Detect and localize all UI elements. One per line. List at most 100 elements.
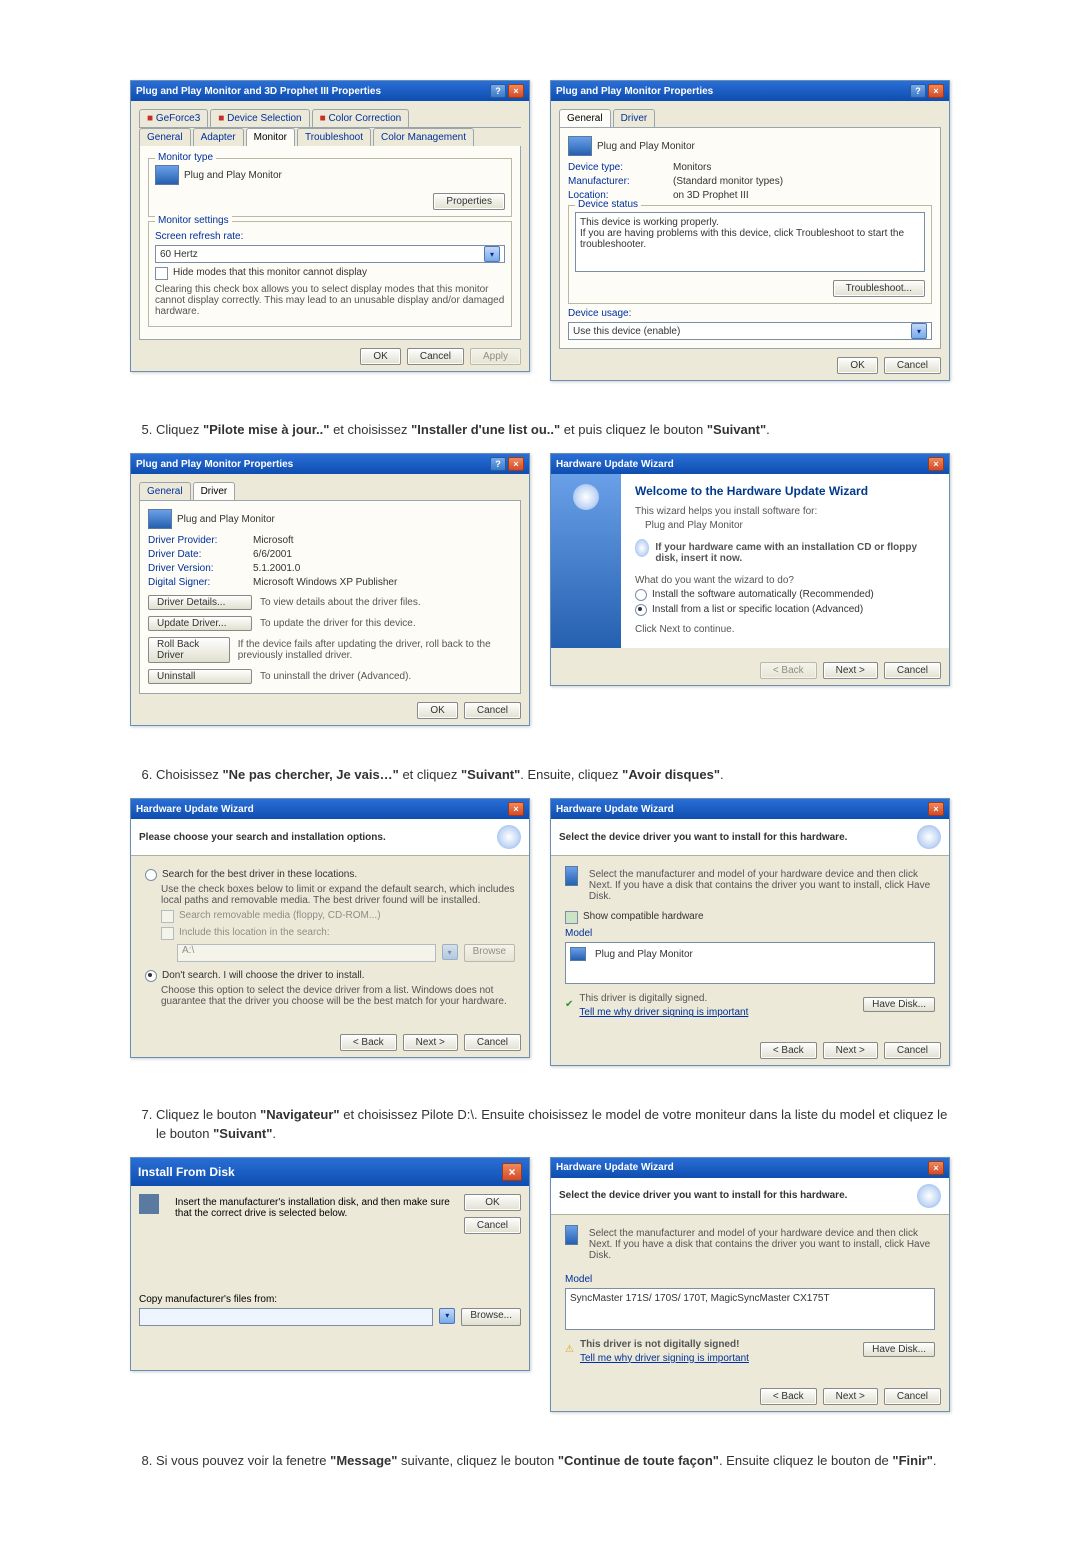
close-icon[interactable]: × (928, 84, 944, 98)
hide-modes-checkbox[interactable] (155, 267, 168, 280)
ok-button[interactable]: OK (417, 702, 457, 719)
install-msg: Insert the manufacturer's installation d… (175, 1197, 454, 1219)
signed-text: This driver is digitally signed. (579, 993, 857, 1004)
update-driver-button[interactable]: Update Driver... (148, 616, 252, 631)
tab-driver[interactable]: Driver (193, 482, 236, 500)
driver-details-button[interactable]: Driver Details... (148, 595, 252, 610)
driver-provider-label: Driver Provider: (148, 535, 233, 546)
radio-search-desc: Use the check boxes below to limit or ex… (161, 884, 515, 906)
show-compatible-checkbox[interactable] (565, 911, 578, 924)
wizard-icon (497, 825, 521, 849)
cancel-button[interactable]: Cancel (884, 357, 941, 374)
uninstall-button[interactable]: Uninstall (148, 669, 252, 684)
wizard-welcome-heading: Welcome to the Hardware Update Wizard (635, 484, 935, 498)
cancel-button[interactable]: Cancel (464, 702, 521, 719)
model-item: Plug and Play Monitor (595, 949, 693, 960)
monitor-icon (565, 1225, 578, 1245)
close-icon[interactable]: × (508, 457, 524, 471)
wizard-heading: Select the device driver you want to ins… (559, 832, 909, 843)
help-icon[interactable]: ? (490, 457, 506, 471)
close-icon[interactable]: × (928, 802, 944, 816)
close-icon[interactable]: × (508, 84, 524, 98)
have-disk-button[interactable]: Have Disk... (863, 997, 935, 1012)
tab-general[interactable]: General (139, 128, 191, 146)
apply-button[interactable]: Apply (470, 348, 521, 365)
path-input[interactable] (139, 1308, 433, 1326)
help-icon[interactable]: ? (910, 84, 926, 98)
browse-button[interactable]: Browse (464, 944, 515, 962)
tab-general[interactable]: General (139, 482, 191, 500)
include-location-checkbox[interactable] (161, 927, 174, 940)
cancel-button[interactable]: Cancel (884, 1042, 941, 1059)
wizard-heading: Select the device driver you want to ins… (559, 1190, 909, 1201)
unsigned-text: This driver is not digitally signed! (580, 1339, 857, 1350)
back-button[interactable]: < Back (760, 662, 817, 679)
close-icon[interactable]: × (928, 457, 944, 471)
tab-driver[interactable]: Driver (613, 109, 656, 127)
close-icon[interactable]: × (502, 1163, 522, 1181)
signing-link[interactable]: Tell me why driver signing is important (580, 1353, 857, 1364)
radio-dont-search[interactable] (145, 970, 157, 982)
monitor-icon (155, 165, 179, 185)
ok-button[interactable]: OK (837, 357, 877, 374)
next-button[interactable]: Next > (823, 662, 878, 679)
wizard-icon (573, 484, 599, 510)
back-button[interactable]: < Back (340, 1034, 397, 1051)
cancel-button[interactable]: Cancel (464, 1034, 521, 1051)
close-icon[interactable]: × (508, 802, 524, 816)
tab-color-correction[interactable]: Color Correction (312, 109, 410, 127)
rollback-driver-button[interactable]: Roll Back Driver (148, 637, 230, 663)
digital-signer-value: Microsoft Windows XP Publisher (253, 577, 397, 588)
dialog-title: Plug and Play Monitor Properties (556, 86, 713, 97)
location-input[interactable]: A:\ (177, 944, 436, 962)
chevron-down-icon: ▾ (439, 1308, 455, 1324)
driver-date-label: Driver Date: (148, 549, 233, 560)
tab-general[interactable]: General (559, 109, 611, 127)
next-button[interactable]: Next > (823, 1042, 878, 1059)
radio-search[interactable] (145, 869, 157, 881)
step-6: Choisissez "Ne pas chercher, Je vais…" e… (156, 766, 950, 784)
model-list[interactable]: SyncMaster 171S/ 170S/ 170T, MagicSyncMa… (565, 1288, 935, 1330)
radio-auto[interactable] (635, 589, 647, 601)
dialog-title: Hardware Update Wizard (556, 804, 674, 815)
back-button[interactable]: < Back (760, 1388, 817, 1405)
ok-button[interactable]: OK (360, 348, 400, 365)
wizard-heading: Please choose your search and installati… (139, 832, 489, 843)
dialog-title: Plug and Play Monitor Properties (136, 459, 293, 470)
monitor-icon (565, 866, 578, 886)
tab-color-management[interactable]: Color Management (373, 128, 474, 146)
cancel-button[interactable]: Cancel (884, 1388, 941, 1405)
model-list[interactable]: Plug and Play Monitor (565, 942, 935, 984)
monitor-type-heading: Monitor type (155, 152, 216, 163)
tab-adapter[interactable]: Adapter (193, 128, 244, 146)
help-icon[interactable]: ? (490, 84, 506, 98)
ok-button[interactable]: OK (464, 1194, 521, 1211)
close-icon[interactable]: × (928, 1161, 944, 1175)
tab-device-selection[interactable]: Device Selection (210, 109, 309, 127)
cd-hint: If your hardware came with an installati… (655, 542, 935, 564)
wizard-continue: Click Next to continue. (635, 624, 935, 635)
signing-link[interactable]: Tell me why driver signing is important (579, 1007, 857, 1018)
search-media-checkbox[interactable] (161, 910, 174, 923)
next-button[interactable]: Next > (403, 1034, 458, 1051)
next-button[interactable]: Next > (823, 1388, 878, 1405)
uninstall-desc: To uninstall the driver (Advanced). (260, 671, 411, 682)
refresh-rate-select[interactable]: 60 Hertz ▾ (155, 245, 505, 263)
back-button[interactable]: < Back (760, 1042, 817, 1059)
properties-button[interactable]: Properties (433, 193, 505, 210)
rollback-driver-desc: If the device fails after updating the d… (238, 639, 512, 661)
cancel-button[interactable]: Cancel (407, 348, 464, 365)
browse-button[interactable]: Browse... (461, 1308, 521, 1326)
cancel-button[interactable]: Cancel (464, 1217, 521, 1234)
show-compatible-label: Show compatible hardware (583, 911, 704, 922)
troubleshoot-button[interactable]: Troubleshoot... (833, 280, 925, 297)
pnp-monitor-properties-driver-dialog: Plug and Play Monitor Properties?× Gener… (130, 453, 530, 726)
cancel-button[interactable]: Cancel (884, 662, 941, 679)
monitor-name: Plug and Play Monitor (184, 170, 282, 181)
device-usage-select[interactable]: Use this device (enable)▾ (568, 322, 932, 340)
tab-troubleshoot[interactable]: Troubleshoot (297, 128, 371, 146)
tab-geforce[interactable]: GeForce3 (139, 109, 208, 127)
radio-list[interactable] (635, 604, 647, 616)
tab-monitor[interactable]: Monitor (246, 128, 295, 146)
have-disk-button[interactable]: Have Disk... (863, 1342, 935, 1357)
